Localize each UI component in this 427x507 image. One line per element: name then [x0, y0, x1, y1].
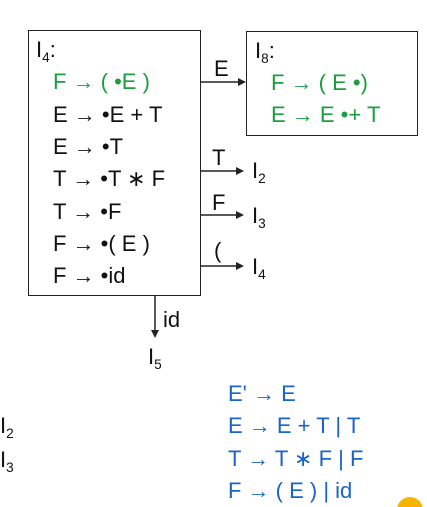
transition-symbol-id: id [163, 307, 181, 332]
arrowhead-t [236, 167, 244, 175]
arrowhead-f [236, 211, 244, 219]
transition-symbol-t: T [212, 145, 226, 170]
left-label-i2: I2 [0, 413, 14, 441]
grammar-rule: E' → E [228, 381, 296, 406]
transition-symbol-lparen: ( [214, 238, 222, 263]
arrowhead-id [151, 330, 159, 338]
transition-symbol-f: F [212, 190, 226, 215]
transition-target-i3: I3 [252, 203, 266, 231]
left-label-i3: I3 [0, 447, 14, 475]
grammar-rule: E → E + T | T [228, 413, 361, 438]
transition-target-i5: I5 [148, 344, 162, 372]
arrowhead-lparen [236, 262, 244, 270]
orange-circle-decoration [397, 497, 427, 507]
arrowhead-e [238, 78, 246, 86]
transition-target-i4: I4 [252, 254, 266, 282]
grammar-rule: F → ( E ) | id [228, 478, 353, 503]
grammar-rule: T → T ∗ F | F [228, 446, 364, 471]
transition-target-i2: I2 [252, 158, 266, 186]
transition-symbol-e: E [214, 56, 229, 81]
